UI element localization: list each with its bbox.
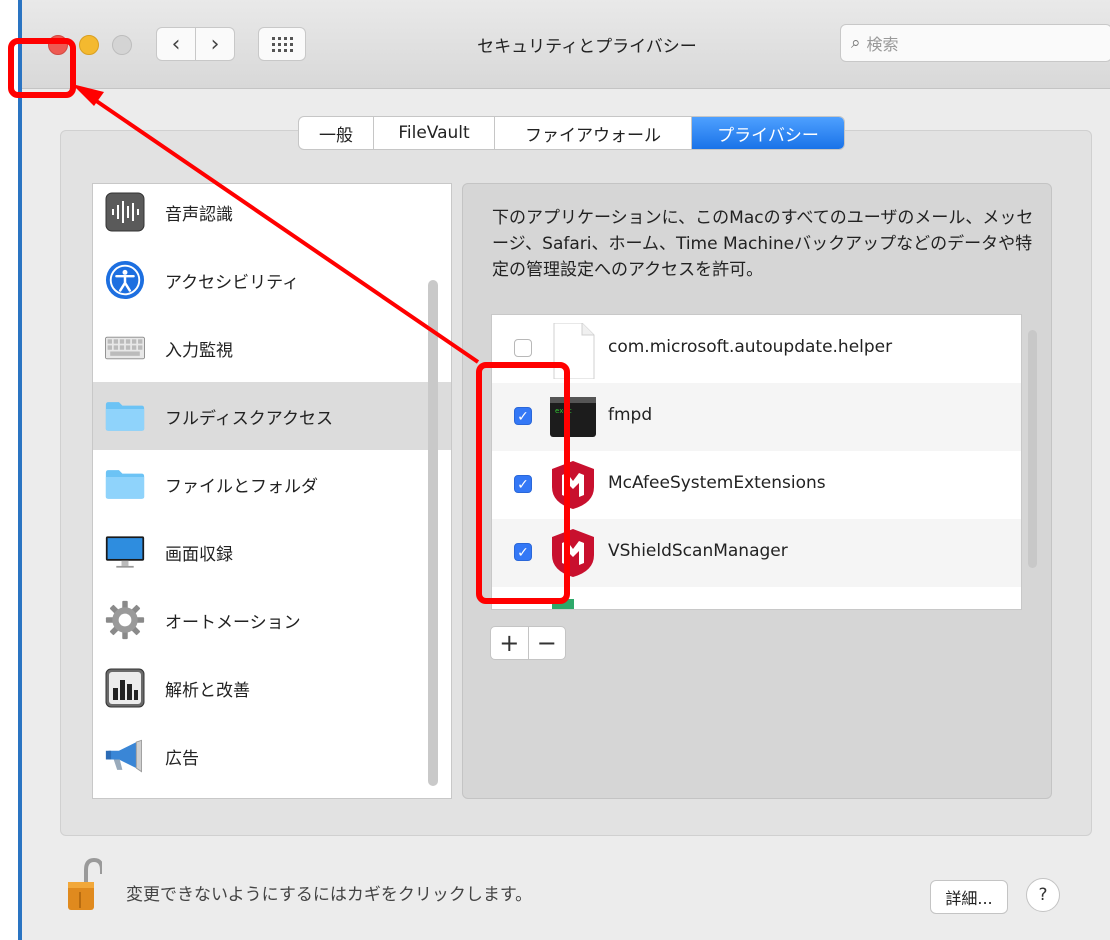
svg-text:exec: exec: [555, 407, 572, 415]
app-list-scrollbar[interactable]: [1028, 330, 1037, 568]
tab-general[interactable]: 一般: [299, 117, 374, 149]
app-checkbox[interactable]: ✓: [514, 475, 532, 493]
sidebar-item-label: 広告: [165, 748, 199, 769]
sidebar-item-analytics[interactable]: 解析と改善: [93, 654, 451, 722]
tab-privacy[interactable]: プライバシー: [692, 117, 844, 149]
megaphone-icon: [105, 736, 145, 776]
sidebar-item-label: 入力監視: [165, 340, 233, 361]
tab-firewall[interactable]: ファイアウォール: [495, 117, 692, 149]
sidebar-item-full-disk-access[interactable]: フルディスクアクセス: [93, 382, 451, 450]
sidebar-scrollbar[interactable]: [428, 280, 438, 786]
remove-app-button[interactable]: −: [529, 627, 566, 659]
sidebar-item-label: 画面収録: [165, 544, 233, 565]
add-app-button[interactable]: +: [491, 627, 529, 659]
privacy-category-list: 音声認識 アクセシビリティ 入力監視 フルディスクアクセス ファイルとフォルダ: [92, 183, 452, 799]
app-checkbox[interactable]: ✓: [514, 407, 532, 425]
window-title: セキュリティとプライバシー: [477, 37, 697, 57]
close-button[interactable]: [48, 35, 68, 55]
list-item[interactable]: com.microsoft.autoupdate.helper: [492, 315, 1021, 383]
grid-icon: [271, 36, 293, 52]
search-field[interactable]: ⌕ 検索: [840, 24, 1110, 62]
sidebar-item-label: オートメーション: [165, 612, 301, 633]
sidebar-item-screen-recording[interactable]: 画面収録: [93, 518, 451, 586]
permission-description: 下のアプリケーションに、このMacのすべてのユーザのメール、メッセージ、Safa…: [492, 208, 1034, 280]
sidebar-item-accessibility[interactable]: アクセシビリティ: [93, 246, 451, 314]
gear-icon: [105, 600, 145, 640]
preferences-window: ‹ › セキュリティとプライバシー ⌕ 検索 一般 FileVault ファイア…: [22, 0, 1110, 940]
chevron-right-icon: ›: [210, 31, 220, 57]
sidebar-item-speech-recognition[interactable]: 音声認識: [93, 178, 451, 246]
sidebar-item-label: 解析と改善: [165, 680, 250, 701]
accessibility-icon: [105, 260, 145, 300]
app-name: McAfeeSystemExtensions: [608, 473, 826, 493]
title-bar: ‹ › セキュリティとプライバシー ⌕ 検索: [22, 0, 1110, 89]
chevron-left-icon: ‹: [171, 31, 181, 57]
chart-icon: [105, 668, 145, 708]
mcafee-shield-icon: [550, 459, 596, 511]
lock-instruction: 変更できないようにするにはカギをクリックします。: [126, 885, 533, 905]
sidebar-item-advertising[interactable]: 広告: [93, 722, 451, 790]
app-checkbox[interactable]: ✓: [514, 543, 532, 561]
help-button[interactable]: ?: [1026, 878, 1060, 912]
app-name: fmpd: [608, 405, 653, 425]
sidebar-item-automation[interactable]: オートメーション: [93, 586, 451, 654]
forward-button[interactable]: ›: [195, 27, 235, 61]
app-icon: [550, 599, 596, 609]
list-item[interactable]: ✓ VShieldScanManager: [492, 519, 1021, 587]
list-edit-controls: + −: [490, 626, 566, 660]
tab-filevault[interactable]: FileVault: [374, 117, 495, 149]
search-icon: ⌕: [851, 33, 861, 53]
minimize-button[interactable]: [79, 35, 99, 55]
app-name: com.microsoft.autoupdate.helper: [608, 337, 893, 357]
app-name: VShieldScanManager: [608, 541, 788, 561]
list-item[interactable]: ✓ exec fmpd: [492, 383, 1021, 451]
folder-icon: [105, 396, 145, 436]
terminal-icon: exec: [550, 391, 596, 443]
waveform-icon: [105, 192, 145, 232]
app-list: com.microsoft.autoupdate.helper ✓ exec f…: [491, 314, 1022, 610]
lock-icon[interactable]: [66, 857, 104, 910]
back-button[interactable]: ‹: [156, 27, 196, 61]
zoom-button[interactable]: [112, 35, 132, 55]
keyboard-icon: [105, 328, 145, 368]
sidebar-item-label: 音声認識: [165, 204, 233, 225]
show-all-button[interactable]: [258, 27, 306, 61]
sidebar-item-files-and-folders[interactable]: ファイルとフォルダ: [93, 450, 451, 518]
display-icon: [105, 532, 145, 572]
list-item[interactable]: ✓ McAfeeSystemExtensions: [492, 451, 1021, 519]
tab-bar: 一般 FileVault ファイアウォール プライバシー: [298, 116, 845, 150]
document-icon: [550, 322, 596, 380]
mcafee-shield-icon: [550, 527, 596, 579]
search-placeholder: 検索: [866, 35, 899, 54]
sidebar-item-input-monitoring[interactable]: 入力監視: [93, 314, 451, 382]
app-checkbox[interactable]: [514, 339, 532, 357]
sidebar-item-label: ファイルとフォルダ: [165, 476, 318, 497]
advanced-button[interactable]: 詳細...: [930, 880, 1008, 914]
folder-icon: [105, 464, 145, 504]
list-item[interactable]: [492, 587, 1021, 609]
sidebar-item-label: フルディスクアクセス: [165, 408, 333, 429]
sidebar-item-label: アクセシビリティ: [165, 272, 300, 293]
